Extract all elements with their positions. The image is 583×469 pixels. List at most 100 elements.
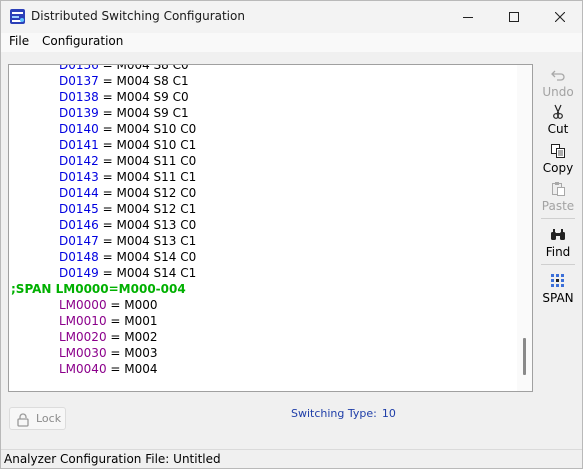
editor-line: LM0000 = M000 bbox=[11, 297, 521, 313]
line-address: D0140 bbox=[59, 122, 99, 136]
editor-line: D0141 = M004 S10 C1 bbox=[11, 137, 521, 153]
line-assignment: = M004 S13 C0 bbox=[98, 218, 197, 232]
line-assignment: = M004 S8 C0 bbox=[98, 64, 189, 72]
editor-line: LM0040 = M004 bbox=[11, 361, 521, 377]
line-assignment: = M000 bbox=[106, 298, 158, 312]
editor-line: D0148 = M004 S14 C0 bbox=[11, 249, 521, 265]
span-button[interactable]: SPAN bbox=[536, 273, 580, 307]
close-button[interactable] bbox=[537, 1, 582, 33]
editor-line: LM0020 = M002 bbox=[11, 329, 521, 345]
menu-configuration[interactable]: Configuration bbox=[41, 34, 124, 48]
scissors-icon bbox=[550, 104, 566, 120]
line-assignment: = M004 S10 C0 bbox=[98, 122, 197, 136]
editor-line: D0138 = M004 S9 C0 bbox=[11, 89, 521, 105]
line-assignment: = M004 S11 C0 bbox=[98, 154, 197, 168]
line-address: D0144 bbox=[59, 186, 99, 200]
line-address: D0146 bbox=[59, 218, 99, 232]
padlock-icon bbox=[16, 412, 30, 431]
line-address: LM0040 bbox=[59, 362, 107, 376]
lock-label: Lock bbox=[36, 412, 62, 425]
menu-file[interactable]: File bbox=[8, 34, 30, 48]
line-address: D0149 bbox=[59, 266, 99, 280]
line-address: D0145 bbox=[59, 202, 99, 216]
line-address: D0139 bbox=[59, 106, 99, 120]
editor-line: LM0010 = M001 bbox=[11, 313, 521, 329]
span-label: SPAN bbox=[542, 291, 574, 305]
line-assignment: = M001 bbox=[106, 314, 158, 328]
editor-line: ;SPAN LM0000=M000-004 bbox=[11, 281, 521, 297]
paste-icon bbox=[550, 181, 566, 197]
minimize-button[interactable] bbox=[445, 1, 491, 33]
line-address: D0143 bbox=[59, 170, 99, 184]
line-assignment: = M003 bbox=[106, 346, 158, 360]
minimize-icon bbox=[463, 17, 473, 18]
scrollbar-thumb[interactable] bbox=[523, 338, 526, 375]
span-grid-icon bbox=[550, 273, 566, 289]
editor-line: D0139 = M004 S9 C1 bbox=[11, 105, 521, 121]
line-address: D0141 bbox=[59, 138, 99, 152]
editor-line: D0142 = M004 S11 C0 bbox=[11, 153, 521, 169]
line-address: D0142 bbox=[59, 154, 99, 168]
line-assignment: = M004 S14 C1 bbox=[98, 266, 197, 280]
editor-line: D0146 = M004 S13 C0 bbox=[11, 217, 521, 233]
line-assignment: = M004 S12 C1 bbox=[98, 202, 197, 216]
cut-button[interactable]: Cut bbox=[536, 104, 580, 138]
line-assignment: = M004 S10 C1 bbox=[98, 138, 197, 152]
line-address: LM0020 bbox=[59, 330, 107, 344]
find-label: Find bbox=[545, 245, 571, 259]
copy-icon bbox=[550, 143, 566, 159]
editor-line: D0144 = M004 S12 C0 bbox=[11, 185, 521, 201]
binoculars-icon bbox=[550, 227, 566, 243]
close-icon bbox=[555, 12, 565, 22]
app-window: Distributed Switching Configuration File… bbox=[0, 0, 583, 469]
vertical-scrollbar[interactable] bbox=[517, 65, 532, 391]
switching-type-value: 10 bbox=[381, 407, 396, 420]
line-assignment: = M004 S9 C0 bbox=[98, 90, 189, 104]
copy-button[interactable]: Copy bbox=[536, 143, 580, 177]
maximize-icon bbox=[509, 12, 519, 22]
line-assignment: = M004 S11 C1 bbox=[98, 170, 197, 184]
maximize-button[interactable] bbox=[491, 1, 537, 33]
line-assignment: = M004 bbox=[106, 362, 158, 376]
editor-line: D0143 = M004 S11 C1 bbox=[11, 169, 521, 185]
paste-label: Paste bbox=[541, 199, 575, 213]
line-assignment: = M002 bbox=[106, 330, 158, 344]
copy-label: Copy bbox=[542, 161, 574, 175]
editor-line: D0136 = M004 S8 C0 bbox=[11, 64, 521, 73]
title-bar: Distributed Switching Configuration bbox=[1, 1, 582, 33]
editor-line: D0137 = M004 S8 C1 bbox=[11, 73, 521, 89]
editor-line: D0147 = M004 S13 C1 bbox=[11, 233, 521, 249]
window-title: Distributed Switching Configuration bbox=[31, 9, 245, 23]
status-text: Analyzer Configuration File: Untitled bbox=[4, 452, 221, 466]
switching-type: Switching Type: 10 bbox=[291, 407, 401, 420]
switching-type-label: Switching Type: bbox=[291, 407, 377, 420]
line-assignment: = M004 S9 C1 bbox=[98, 106, 189, 120]
toolbar-separator bbox=[541, 264, 575, 265]
span-comment: ;SPAN LM0000=M000-004 bbox=[11, 282, 186, 296]
line-address: D0137 bbox=[59, 74, 99, 88]
editor-line: D0140 = M004 S10 C0 bbox=[11, 121, 521, 137]
line-address: LM0030 bbox=[59, 346, 107, 360]
app-icon bbox=[9, 8, 26, 25]
config-editor[interactable]: D0136 = M004 S8 C0 D0137 = M004 S8 C1 D013… bbox=[8, 64, 533, 392]
status-bar: Analyzer Configuration File: Untitled bbox=[1, 449, 582, 468]
line-address: D0138 bbox=[59, 90, 99, 104]
toolbar-separator bbox=[541, 218, 575, 219]
line-assignment: = M004 S14 C0 bbox=[98, 250, 197, 264]
line-assignment: = M004 S12 C0 bbox=[98, 186, 197, 200]
line-address: D0148 bbox=[59, 250, 99, 264]
editor-line: LM0030 = M003 bbox=[11, 345, 521, 361]
editor-line: D0149 = M004 S14 C1 bbox=[11, 265, 521, 281]
cut-label: Cut bbox=[547, 122, 569, 136]
line-assignment: = M004 S13 C1 bbox=[98, 234, 197, 248]
paste-button[interactable]: Paste bbox=[536, 181, 580, 215]
lock-button[interactable]: Lock bbox=[9, 407, 66, 430]
editor-text[interactable]: D0136 = M004 S8 C0 D0137 = M004 S8 C1 D013… bbox=[11, 64, 521, 377]
line-address: LM0010 bbox=[59, 314, 107, 328]
find-button[interactable]: Find bbox=[536, 227, 580, 261]
line-address: D0147 bbox=[59, 234, 99, 248]
line-address: LM0000 bbox=[59, 298, 107, 312]
undo-button[interactable]: Undo bbox=[536, 68, 580, 102]
line-assignment: = M004 S8 C1 bbox=[98, 74, 189, 88]
undo-label: Undo bbox=[542, 85, 574, 99]
